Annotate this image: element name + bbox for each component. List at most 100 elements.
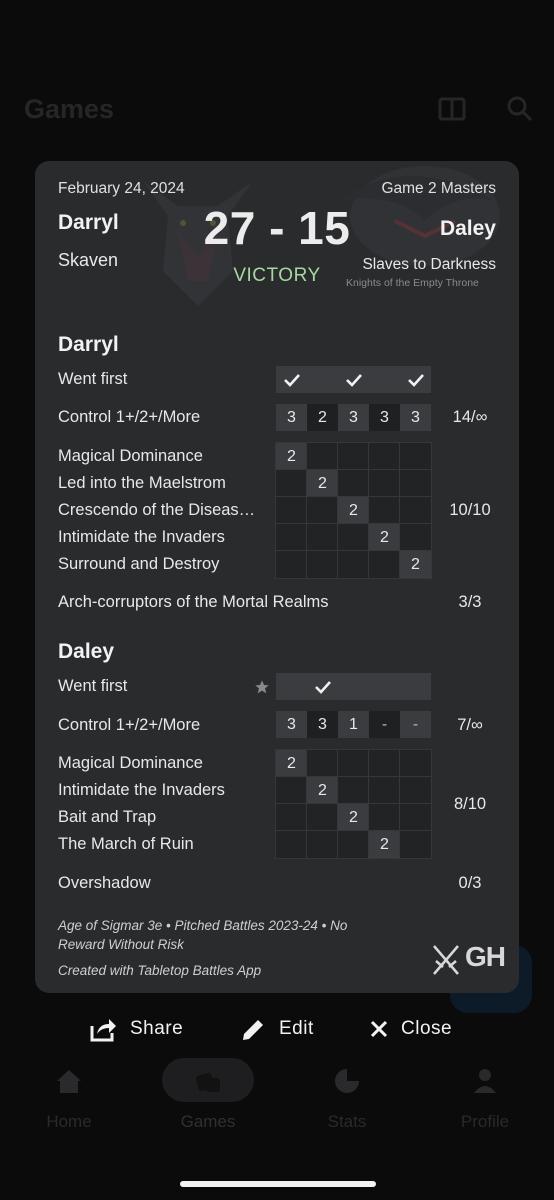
went-first-check-cell: [400, 366, 431, 393]
gh-logo: GH: [431, 941, 506, 979]
close-icon: [370, 1020, 388, 1038]
nav-stats[interactable]: Stats: [297, 1055, 397, 1132]
battle-tactic-empty-cell: [306, 496, 339, 525]
control-cell: 3: [369, 404, 400, 431]
game-name: Game 2 Masters: [381, 180, 496, 197]
search-icon[interactable]: [505, 94, 535, 124]
control-cell: 3: [400, 404, 431, 431]
app-header: Games: [0, 80, 554, 140]
control-cell: 1: [338, 711, 369, 738]
nav-profile-label: Profile: [460, 1112, 510, 1131]
went-first-cell: [276, 673, 307, 700]
battle-tactic-empty-cell: [368, 776, 401, 805]
nav-home-label: Home: [46, 1112, 92, 1131]
went-first-cell: [369, 673, 400, 700]
went-first-label: Went first: [58, 370, 128, 388]
battle-tactic-empty-cell: [337, 550, 370, 579]
battle-tactic-empty-cell: [275, 550, 308, 579]
battle-tactic-empty-cell: [399, 469, 432, 498]
star-icon: [255, 680, 269, 694]
battle-tactic-empty-cell: [337, 523, 370, 552]
control-total: 14/∞: [452, 408, 488, 426]
battle-tactic-name: Intimidate the Invaders: [58, 781, 225, 799]
battle-tactic-name: Surround and Destroy: [58, 555, 220, 573]
profile-icon: [474, 1069, 496, 1093]
grand-strategy-total: 0/3: [458, 874, 482, 892]
share-icon: [90, 1019, 116, 1042]
edit-button[interactable]: Edit: [240, 1012, 314, 1046]
gh-logo-text: GH: [465, 941, 506, 972]
went-first-cell: [369, 366, 400, 393]
battle-tactic-name: Intimidate the Invaders: [58, 528, 225, 546]
page-title: Games: [24, 94, 115, 124]
battle-tactic-name: Magical Dominance: [58, 447, 203, 465]
control-cell: -: [400, 711, 431, 738]
nav-profile[interactable]: Profile: [435, 1055, 535, 1132]
battle-tactic-empty-cell: [399, 442, 432, 471]
nav-games[interactable]: Games: [158, 1055, 258, 1132]
home-indicator: [180, 1181, 376, 1187]
battle-tactic-empty-cell: [337, 830, 370, 859]
tactics-total: 10/10: [449, 501, 491, 519]
control-label: Control 1+/2+/More: [58, 716, 201, 734]
close-button[interactable]: Close: [369, 1012, 452, 1046]
control-cell: 2: [307, 404, 338, 431]
nav-home[interactable]: Home: [19, 1055, 119, 1132]
went-first-cell: [400, 673, 431, 700]
player2-subfaction: Knights of the Empty Throne: [346, 277, 479, 289]
share-label: Share: [130, 1018, 184, 1039]
battle-tactic-empty-cell: [275, 830, 308, 859]
battle-tactic-empty-cell: [275, 523, 308, 552]
control-cell: 3: [276, 404, 307, 431]
pencil-icon: [243, 1019, 263, 1040]
battle-tactic-empty-cell: [337, 776, 370, 805]
battle-tactic-empty-cell: [368, 496, 401, 525]
battle-tactic-score-cell: 2: [368, 830, 401, 859]
battle-tactic-name: Magical Dominance: [58, 754, 203, 772]
dice-icon: [195, 1072, 220, 1092]
battle-tactic-empty-cell: [337, 469, 370, 498]
battle-tactic-empty-cell: [275, 803, 308, 832]
battle-tactic-score-cell: 2: [306, 776, 339, 805]
control-cell: 3: [276, 711, 307, 738]
battle-tactic-name: Led into the Maelstrom: [58, 474, 226, 492]
went-first-check-cell: [276, 366, 307, 393]
nav-games-label: Games: [180, 1112, 236, 1131]
game-date: February 24, 2024: [58, 180, 185, 197]
section-title: Darryl: [58, 333, 119, 356]
battle-tactic-score-cell: 2: [337, 496, 370, 525]
player2-faction: Slaves to Darkness: [362, 256, 496, 273]
game-settings-line1: Age of Sigmar 3e • Pitched Battles 2023-…: [58, 918, 348, 933]
control-cell: -: [369, 711, 400, 738]
control-cell: 3: [338, 404, 369, 431]
battle-tactic-empty-cell: [306, 803, 339, 832]
nav-stats-label: Stats: [327, 1112, 367, 1131]
battle-tactic-empty-cell: [275, 469, 308, 498]
battle-tactic-score-cell: 2: [399, 550, 432, 579]
game-summary-card: February 24, 2024 Game 2 Masters Darryl …: [35, 161, 519, 993]
battle-tactic-empty-cell: [368, 550, 401, 579]
crossed-swords-icon: [433, 945, 459, 975]
battle-tactic-score-cell: 2: [337, 803, 370, 832]
battle-tactic-empty-cell: [306, 442, 339, 471]
app-credit: Created with Tabletop Battles App: [58, 963, 262, 978]
went-first-check-cell: [307, 673, 338, 700]
game-settings-line2: Reward Without Risk: [58, 937, 184, 952]
battle-tactic-score-cell: 2: [275, 442, 308, 471]
grand-strategy: Overshadow: [58, 874, 151, 892]
battle-tactic-name: Crescendo of the Diseas…: [58, 501, 256, 519]
pie-chart-icon: [335, 1069, 359, 1093]
battle-tactic-empty-cell: [368, 442, 401, 471]
battle-tactic-empty-cell: [275, 776, 308, 805]
layout-icon[interactable]: [437, 94, 467, 124]
battle-tactic-empty-cell: [368, 749, 401, 778]
battle-tactic-empty-cell: [275, 496, 308, 525]
grand-strategy-total: 3/3: [458, 593, 482, 611]
battle-tactic-empty-cell: [399, 776, 432, 805]
share-button[interactable]: Share: [88, 1012, 183, 1046]
control-total: 7/∞: [457, 716, 483, 734]
battle-tactic-name: Bait and Trap: [58, 808, 157, 826]
section-title: Daley: [58, 640, 115, 663]
grand-strategy: Arch-corruptors of the Mortal Realms: [58, 593, 329, 611]
battle-tactic-empty-cell: [306, 830, 339, 859]
